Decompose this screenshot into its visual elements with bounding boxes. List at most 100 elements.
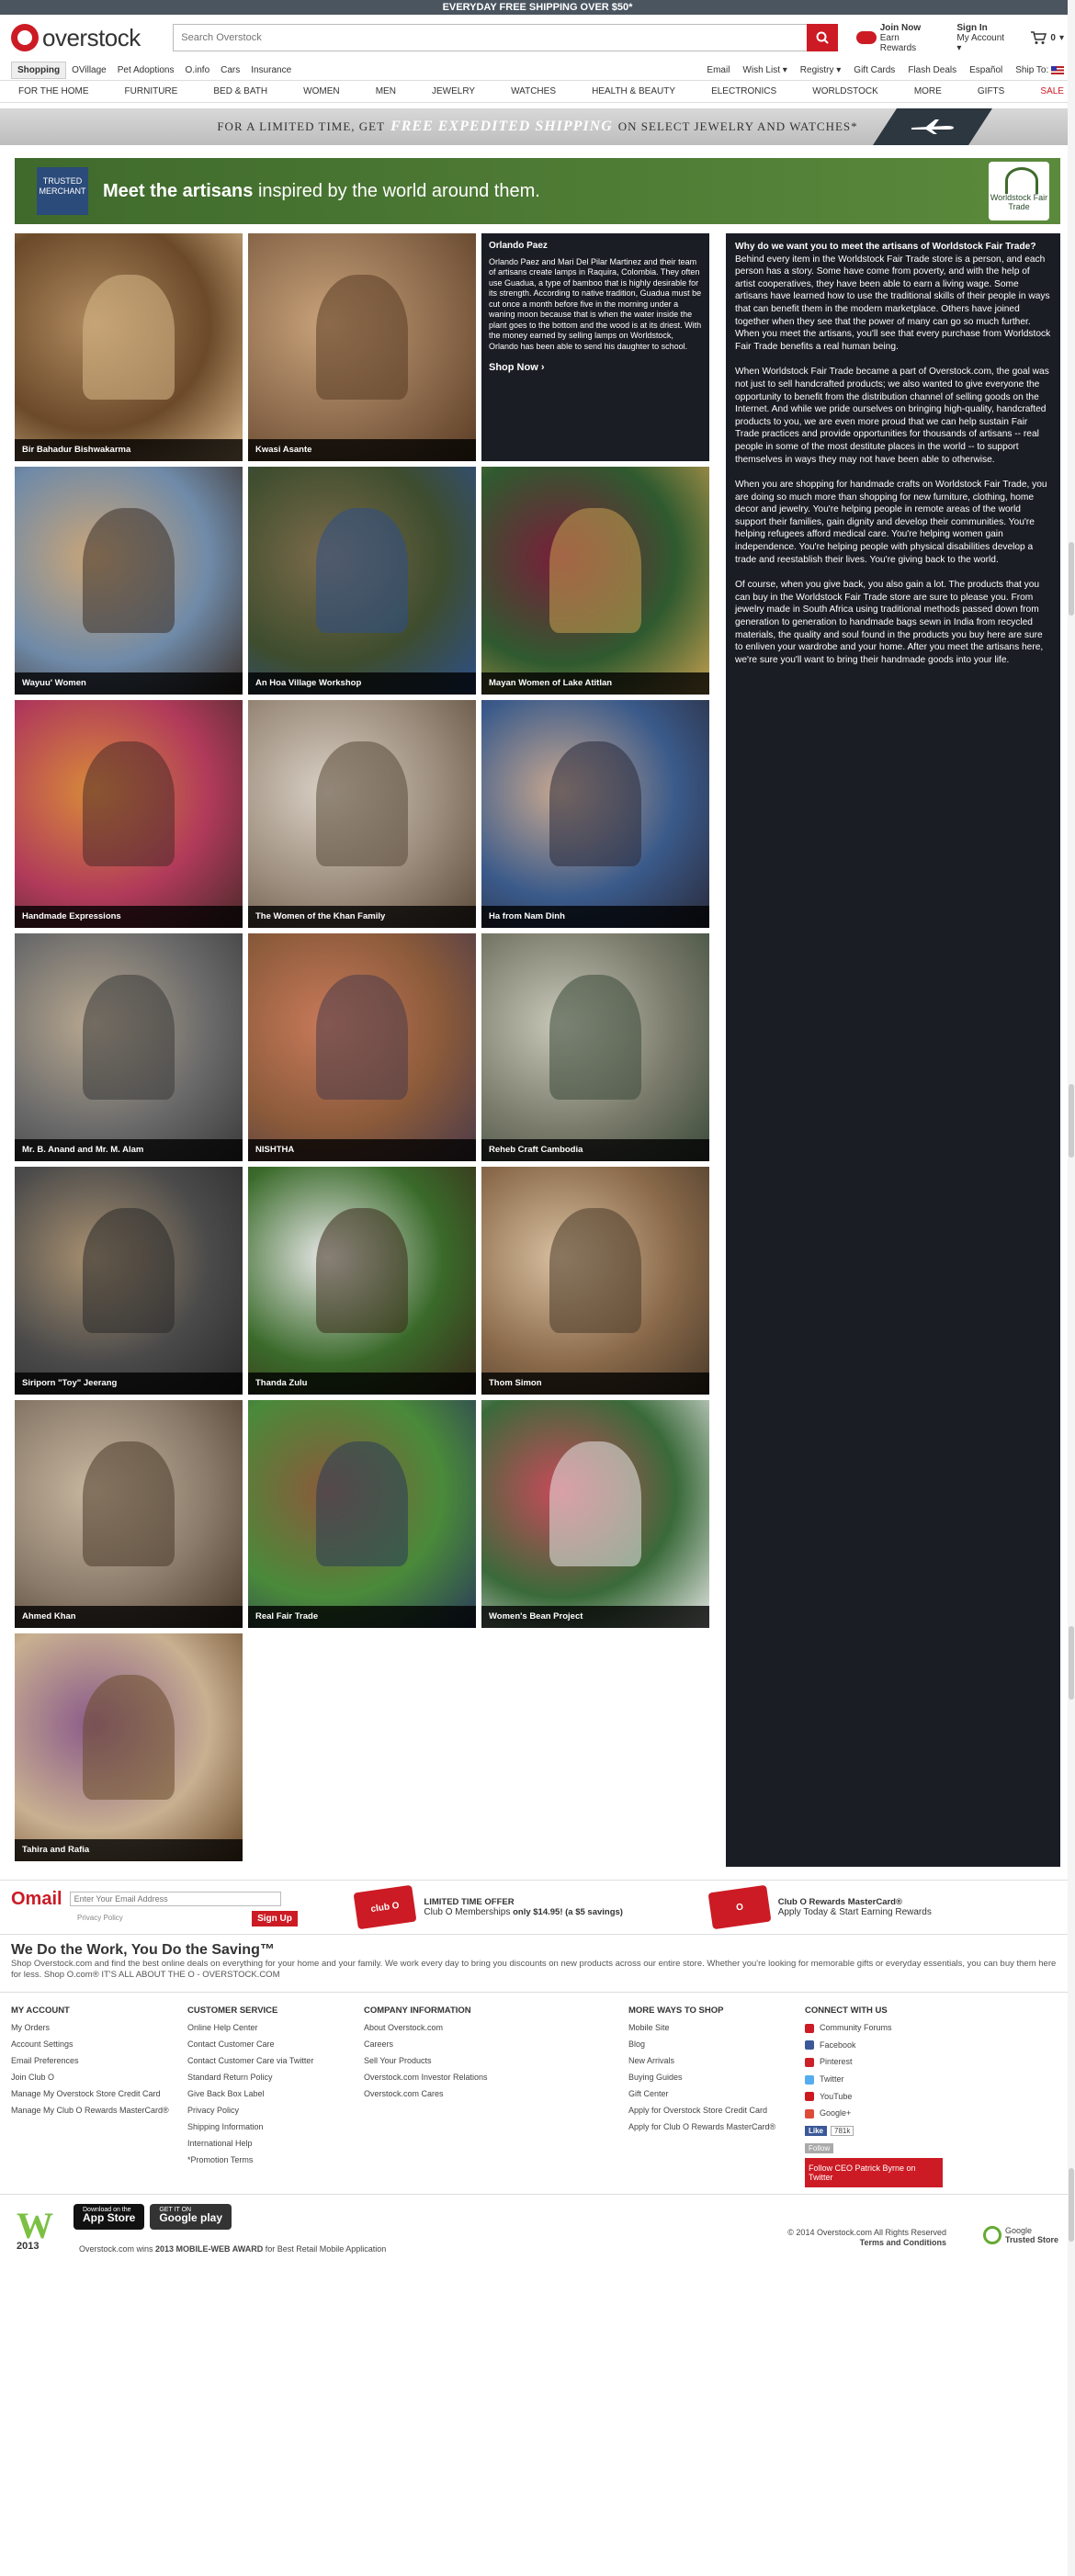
tab-shopping[interactable]: Shopping [11, 62, 67, 79]
social-link-twitter[interactable]: Twitter [805, 2074, 981, 2085]
footer-link[interactable]: Online Help Center [187, 2023, 364, 2032]
scroll-thumb[interactable] [1069, 1626, 1074, 1700]
follow-ceo-banner[interactable]: Follow CEO Patrick Byrne on Twitter [805, 2157, 943, 2187]
footer-link[interactable]: Careers [364, 2039, 628, 2049]
scroll-thumb[interactable] [1069, 542, 1074, 616]
account-menu[interactable]: Sign In My Account ▾ [956, 23, 1010, 53]
artisan-tile[interactable]: Mayan Women of Lake Atitlan [481, 467, 709, 695]
nav-watches[interactable]: WATCHES [511, 86, 556, 96]
footer-link[interactable]: Shipping Information [187, 2122, 364, 2131]
artisan-tile[interactable]: Handmade Expressions [15, 700, 243, 928]
artisan-tile[interactable]: Kwasi Asante [248, 233, 476, 461]
social-link-facebook[interactable]: Facebook [805, 2040, 981, 2051]
gift-cards-link[interactable]: Gift Cards [854, 65, 895, 75]
app-store-badge[interactable]: Download on the App Store [74, 2204, 145, 2230]
footer-link[interactable]: Gift Center [628, 2089, 805, 2098]
artisan-tile[interactable]: Wayuu' Women [15, 467, 243, 695]
nav-bed-bath[interactable]: BED & BATH [213, 86, 267, 96]
artisan-tile[interactable]: Women's Bean Project [481, 1400, 709, 1628]
twitter-follow-button[interactable]: Follow [805, 2142, 834, 2153]
artisan-tile[interactable]: An Hoa Village Workshop [248, 467, 476, 695]
email-field[interactable] [69, 1892, 281, 1906]
artisan-tile[interactable]: Mr. B. Anand and Mr. M. Alam [15, 933, 243, 1161]
footer-link[interactable]: Privacy Policy [187, 2106, 364, 2115]
nav-worldstock[interactable]: WORLDSTOCK [812, 86, 878, 96]
artisan-tile[interactable]: Real Fair Trade [248, 1400, 476, 1628]
nav-sale[interactable]: SALE [1040, 86, 1064, 96]
footer-link[interactable]: New Arrivals [628, 2056, 805, 2065]
footer-link[interactable]: Manage My Club O Rewards MasterCard® [11, 2106, 187, 2115]
tab-insurance[interactable]: Insurance [245, 62, 297, 78]
footer-link[interactable]: Contact Customer Care via Twitter [187, 2056, 364, 2065]
espanol-link[interactable]: Español [969, 65, 1002, 75]
footer-link[interactable]: Contact Customer Care [187, 2039, 364, 2049]
social-link-youtube[interactable]: YouTube [805, 2092, 981, 2102]
footer-link[interactable]: My Orders [11, 2023, 187, 2032]
footer-link[interactable]: Apply for Club O Rewards MasterCard® [628, 2122, 805, 2131]
flash-deals-link[interactable]: Flash Deals [908, 65, 956, 75]
nav-for-the-home[interactable]: FOR THE HOME [18, 86, 88, 96]
footer-link[interactable]: Sell Your Products [364, 2056, 628, 2065]
social-link-community-forums[interactable]: Community Forums [805, 2023, 981, 2033]
club-o-join[interactable]: Join Now Earn Rewards [856, 23, 936, 53]
footer-link[interactable]: *Promotion Terms [187, 2155, 364, 2164]
tab-pet-adoptions[interactable]: Pet Adoptions [112, 62, 180, 78]
footer-link[interactable]: Blog [628, 2039, 805, 2049]
footer-link[interactable]: About Overstock.com [364, 2023, 628, 2032]
nav-health-beauty[interactable]: HEALTH & BEAUTY [592, 86, 675, 96]
facebook-like-button[interactable]: Like [805, 2125, 828, 2136]
cart-button[interactable]: 0 ▾ [1030, 30, 1064, 45]
google-play-badge[interactable]: GET IT ON Google play [150, 2204, 232, 2230]
artisan-tile[interactable]: Reheb Craft Cambodia [481, 933, 709, 1161]
ship-to-selector[interactable]: Ship To: [1015, 65, 1064, 75]
privacy-policy-link[interactable]: Privacy Policy [77, 1914, 356, 1922]
shop-now-link[interactable]: Shop Now › [489, 362, 702, 374]
featured-artisan-card[interactable]: Orlando Paez Orlando Paez and Mari Del Pi… [481, 233, 709, 461]
artisan-tile[interactable]: The Women of the Khan Family [248, 700, 476, 928]
email-link[interactable]: Email [707, 65, 730, 75]
nav-furniture[interactable]: FURNITURE [125, 86, 178, 96]
promo-banner[interactable]: FOR A LIMITED TIME, GET FREE EXPEDITED S… [0, 108, 1075, 145]
footer-link[interactable]: Standard Return Policy [187, 2073, 364, 2082]
club-o-offer[interactable]: club O LIMITED TIME OFFER Club O Membersh… [353, 1884, 709, 1930]
footer-link[interactable]: Mobile Site [628, 2023, 805, 2032]
footer-link[interactable]: Apply for Overstock Store Credit Card [628, 2106, 805, 2115]
terms-link[interactable]: Terms and Conditions [787, 2238, 946, 2248]
artisan-tile[interactable]: Ha from Nam Dinh [481, 700, 709, 928]
nav-jewelry[interactable]: JEWELRY [432, 86, 475, 96]
tab-oinfo[interactable]: O.info [179, 62, 215, 78]
search-button[interactable] [807, 24, 839, 51]
footer-link[interactable]: Email Preferences [11, 2056, 187, 2065]
scroll-thumb[interactable] [1069, 2168, 1074, 2242]
page-scrollbar[interactable] [1068, 0, 1075, 2576]
google-trusted-store-badge[interactable]: Google Trusted Store [982, 2226, 1058, 2244]
registry-link[interactable]: Registry ▾ [800, 65, 842, 75]
tab-cars[interactable]: Cars [215, 62, 245, 78]
nav-electronics[interactable]: ELECTRONICS [711, 86, 776, 96]
footer-link[interactable]: Give Back Box Label [187, 2089, 364, 2098]
footer-link[interactable]: Account Settings [11, 2039, 187, 2049]
footer-link[interactable]: Overstock.com Investor Relations [364, 2073, 628, 2082]
social-link-google[interactable]: Google+ [805, 2108, 981, 2118]
scroll-thumb[interactable] [1069, 1084, 1074, 1158]
artisan-tile[interactable]: Ahmed Khan [15, 1400, 243, 1628]
sign-in-link[interactable]: Sign In [956, 23, 1010, 33]
footer-link[interactable]: International Help [187, 2139, 364, 2148]
artisan-tile[interactable]: Siriporn "Toy" Jeerang [15, 1167, 243, 1395]
footer-link[interactable]: Join Club O [11, 2073, 187, 2082]
free-shipping-bar[interactable]: EVERYDAY FREE SHIPPING OVER $50* [0, 0, 1075, 15]
mastercard-offer[interactable]: O Club O Rewards MasterCard® Apply Today … [707, 1884, 1064, 1930]
footer-link[interactable]: Buying Guides [628, 2073, 805, 2082]
artisan-tile[interactable]: Thom Simon [481, 1167, 709, 1395]
tab-ovillage[interactable]: OVillage [66, 62, 112, 78]
footer-link[interactable]: Overstock.com Cares [364, 2089, 628, 2098]
wish-list-link[interactable]: Wish List ▾ [742, 65, 786, 75]
footer-link[interactable]: Manage My Overstock Store Credit Card [11, 2089, 187, 2098]
overstock-logo[interactable]: overstock [11, 24, 160, 52]
sign-up-button[interactable]: Sign Up [252, 1910, 298, 1926]
artisan-tile[interactable]: Tahira and Rafia [15, 1633, 243, 1861]
artisan-tile[interactable]: Bir Bahadur Bishwakarma [15, 233, 243, 461]
social-link-pinterest[interactable]: Pinterest [805, 2057, 981, 2067]
nav-women[interactable]: WOMEN [303, 86, 339, 96]
nav-gifts[interactable]: GIFTS [978, 86, 1004, 96]
